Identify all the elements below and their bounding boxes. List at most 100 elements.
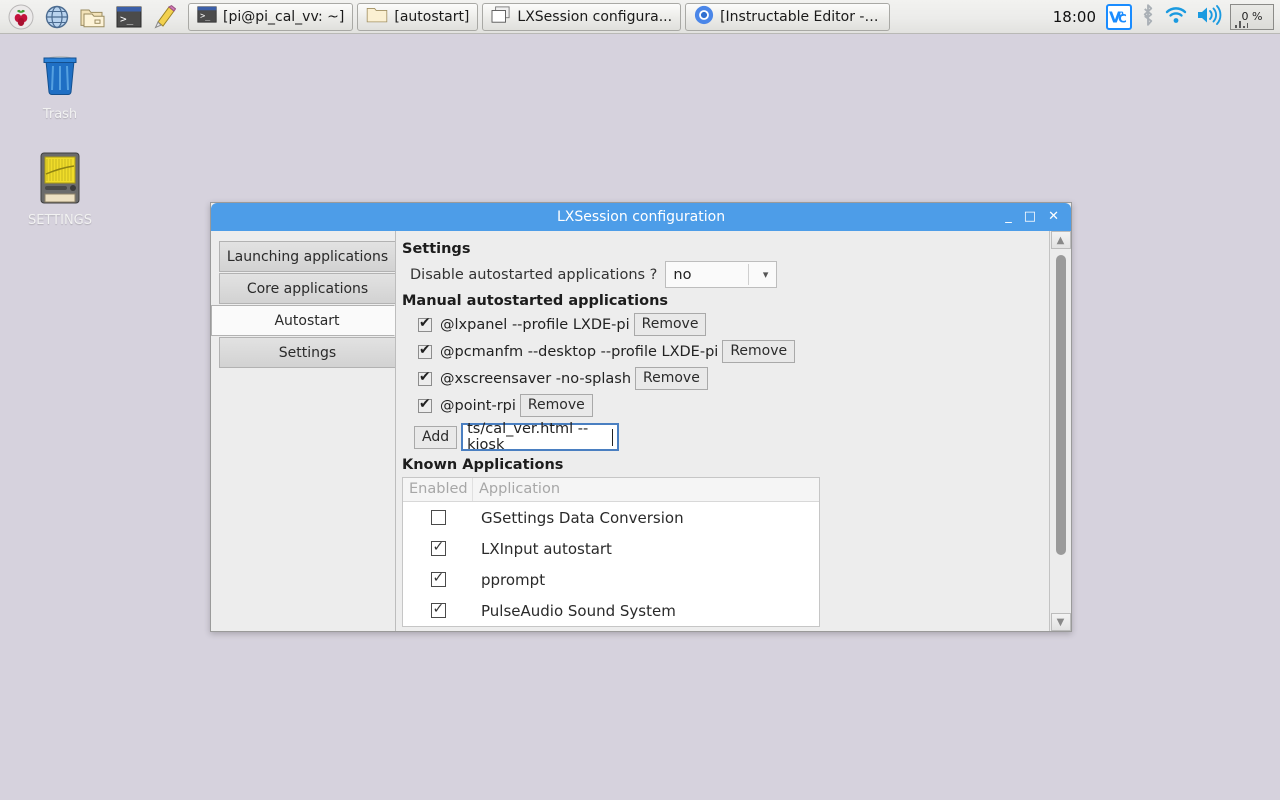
remove-button[interactable]: Remove	[635, 367, 708, 390]
cpu-percent-label: 0 %	[1241, 10, 1263, 23]
task-button-label: [pi@pi_cal_vv: ~]	[223, 8, 345, 25]
desktop-icon-trash[interactable]: Trash	[10, 48, 110, 122]
task-button-label: [autostart]	[394, 8, 470, 25]
file-manager-icon[interactable]	[76, 1, 110, 33]
task-button-chromium[interactable]: [Instructable Editor - ...	[685, 2, 891, 31]
scroll-thumb[interactable]	[1055, 255, 1066, 555]
task-button-autostart-folder[interactable]: [autostart]	[357, 2, 479, 31]
disable-autostart-row: Disable autostarted applications ? no ▾	[402, 261, 1039, 288]
bluetooth-icon[interactable]	[1140, 3, 1156, 31]
row-enabled-cell	[403, 538, 473, 556]
table-header: Enabled Application	[403, 478, 819, 502]
row-application-name: LXInput autostart	[481, 539, 612, 558]
add-command-input[interactable]: ts/cal_ver.html --kiosk	[461, 421, 620, 453]
row-checkbox[interactable]	[430, 600, 446, 618]
scroll-down-button[interactable]: ▼	[1050, 613, 1071, 631]
scroll-up-button[interactable]: ▲	[1050, 231, 1071, 249]
vertical-scrollbar[interactable]: ▲ ▼	[1049, 231, 1071, 631]
sidebar-item-core-applications[interactable]: Core applications	[219, 273, 395, 304]
task-button-lxsession[interactable]: LXSession configura...	[482, 2, 682, 31]
chevron-down-icon: ▾	[762, 268, 769, 281]
row-checkbox[interactable]	[430, 510, 446, 525]
chromium-icon	[694, 5, 714, 29]
tab-label: Autostart	[274, 312, 340, 329]
table-row[interactable]: PulseAudio Sound System	[403, 595, 819, 626]
row-application-name: pprompt	[481, 570, 546, 589]
entry-checkbox[interactable]	[418, 315, 432, 332]
disable-autostart-value: no	[673, 266, 692, 283]
vnc-icon[interactable]: V C n	[1106, 3, 1132, 30]
window-task-list: >_ [pi@pi_cal_vv: ~] [autostart] LXSessi…	[188, 2, 891, 31]
sidebar-item-launching-applications[interactable]: Launching applications	[219, 241, 395, 272]
table-row[interactable]: LXInput autostart	[403, 533, 819, 564]
entry-command: @lxpanel --profile LXDE-pi	[440, 316, 630, 333]
add-button[interactable]: Add	[414, 425, 458, 449]
system-tray: 18:00 V C n 0 %	[1051, 1, 1280, 33]
row-checkbox[interactable]	[430, 569, 446, 587]
manual-entry-row: @xscreensaver -no-splash Remove	[418, 367, 1039, 390]
taskbar: >_ >_ [pi@pi_cal_vv: ~] [autostart] LXSe…	[0, 0, 1280, 34]
row-application-name: PulseAudio Sound System	[481, 601, 676, 620]
terminal-icon[interactable]: >_	[112, 1, 146, 33]
terminal-icon: >_	[197, 6, 217, 27]
entry-checkbox[interactable]	[418, 342, 432, 359]
manual-entry-row: @point-rpi Remove	[418, 394, 1039, 417]
folder-icon	[366, 6, 388, 28]
remove-button[interactable]: Remove	[722, 340, 796, 363]
column-header-application[interactable]: Application	[473, 478, 566, 501]
add-entry-row: Add ts/cal_ver.html --kiosk	[410, 421, 1039, 453]
window-titlebar[interactable]: LXSession configuration _ □ ✕	[211, 203, 1071, 231]
web-browser-icon[interactable]	[40, 1, 74, 33]
entry-command: @xscreensaver -no-splash	[440, 370, 632, 387]
scroll-track[interactable]	[1051, 249, 1071, 613]
maximize-button[interactable]: □	[1024, 203, 1036, 231]
lxsession-configuration-window: LXSession configuration _ □ ✕ Launching …	[210, 202, 1072, 632]
add-command-value: ts/cal_ver.html --kiosk	[467, 421, 589, 453]
entry-command: @pcmanfm --desktop --profile LXDE-pi	[440, 343, 719, 360]
volume-icon[interactable]	[1196, 4, 1222, 30]
sidebar-item-settings[interactable]: Settings	[219, 337, 395, 368]
row-enabled-cell	[403, 600, 473, 618]
sidebar-item-autostart[interactable]: Autostart	[211, 305, 395, 336]
wifi-icon[interactable]	[1164, 4, 1188, 30]
table-row[interactable]: GSettings Data Conversion	[403, 502, 819, 533]
manual-entry-row: @pcmanfm --desktop --profile LXDE-pi Rem…	[418, 340, 1039, 363]
tab-label: Settings	[278, 344, 337, 361]
manual-autostart-heading: Manual autostarted applications	[402, 293, 669, 309]
text-editor-icon[interactable]	[148, 1, 182, 33]
entry-checkbox[interactable]	[418, 369, 432, 386]
sd-card-icon	[36, 152, 84, 210]
remove-button[interactable]: Remove	[633, 313, 707, 336]
clock[interactable]: 18:00	[1051, 8, 1098, 26]
disable-autostart-label: Disable autostarted applications ?	[410, 266, 658, 283]
close-button[interactable]: ✕	[1048, 203, 1059, 231]
desktop-icon-label: SETTINGS	[27, 213, 92, 228]
windows-icon	[491, 5, 511, 28]
row-enabled-cell	[403, 510, 473, 525]
entry-checkbox[interactable]	[418, 396, 432, 413]
remove-button[interactable]: Remove	[519, 394, 593, 417]
svg-text:>_: >_	[200, 11, 211, 21]
manual-entry-row: @lxpanel --profile LXDE-pi Remove	[418, 313, 1039, 336]
row-enabled-cell	[403, 569, 473, 587]
disable-autostart-select[interactable]: no ▾	[665, 261, 778, 288]
entry-command: @point-rpi	[440, 397, 516, 414]
desktop-icon-settings[interactable]: SETTINGS	[10, 150, 110, 228]
column-header-enabled[interactable]: Enabled	[403, 478, 473, 501]
task-button-label: [Instructable Editor - ...	[720, 8, 882, 25]
dialog-body: Launching applications Core applications…	[211, 231, 1071, 631]
table-row[interactable]: pprompt	[403, 564, 819, 595]
task-button-terminal[interactable]: >_ [pi@pi_cal_vv: ~]	[188, 2, 354, 31]
known-applications-table: Enabled Application GSettings Data Conve…	[402, 477, 820, 627]
autostart-panel: Settings Disable autostarted application…	[396, 231, 1049, 631]
raspberry-menu-icon[interactable]	[4, 1, 38, 33]
minimize-button[interactable]: _	[1005, 203, 1012, 231]
window-title: LXSession configuration	[556, 209, 726, 225]
combo-divider	[748, 264, 750, 285]
window-controls: _ □ ✕	[1005, 203, 1071, 231]
row-application-name: GSettings Data Conversion	[481, 508, 684, 527]
cpu-monitor[interactable]: 0 %	[1230, 3, 1274, 30]
tab-label: Launching applications	[226, 248, 389, 265]
row-checkbox[interactable]	[430, 538, 446, 556]
task-button-label: LXSession configura...	[517, 8, 673, 25]
